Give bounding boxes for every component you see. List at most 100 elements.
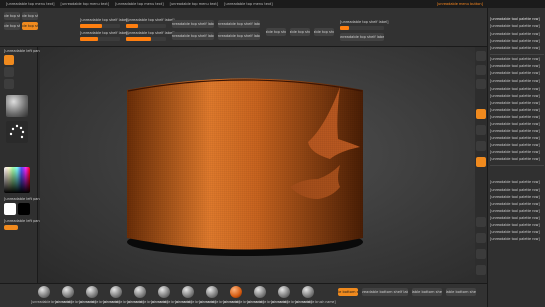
brush-thumbnail[interactable]: [182, 286, 194, 298]
x-res-slider[interactable]: [340, 26, 384, 30]
palette-row[interactable]: [unreadable tool palette row]: [490, 71, 544, 76]
palette-separator: [490, 54, 544, 55]
palette-row[interactable]: [unreadable tool palette row]: [490, 202, 544, 207]
bottom-shelf-button[interactable]: [unreadable bottom shelf label]: [362, 288, 408, 296]
menu-accent-button[interactable]: [unreadable menu button]: [437, 2, 483, 6]
palette-row[interactable]: [unreadable tool palette row]: [490, 180, 544, 185]
brush-thumbnail[interactable]: [158, 286, 170, 298]
palette-row[interactable]: [unreadable tool palette row]: [490, 216, 544, 221]
palette-row[interactable]: [unreadable tool palette row]: [490, 209, 544, 214]
palette-row[interactable]: [unreadable tool palette row]: [490, 101, 544, 106]
right-shelf-button[interactable]: [476, 157, 486, 167]
palette-row[interactable]: [unreadable tool palette row]: [490, 223, 544, 228]
draw-size-slider[interactable]: [126, 37, 166, 41]
palette-row[interactable]: [unreadable tool palette row]: [490, 94, 544, 99]
menu-item[interactable]: [unreadable top menu text]: [6, 2, 55, 6]
top-shelf-button[interactable]: [unreadable top shelf label]: [266, 28, 286, 36]
top-shelf-button[interactable]: [unreadable top shelf label]: [172, 32, 214, 40]
cylinder-mesh-grid: [127, 78, 363, 250]
stroke-thumbnail[interactable]: [6, 121, 28, 143]
draw-mode-button[interactable]: [unreadable top shelf label]: [22, 22, 38, 30]
palette-row[interactable]: [unreadable tool palette row]: [490, 230, 544, 235]
top-shelf-button[interactable]: [unreadable top shelf label]: [172, 20, 214, 28]
right-shelf-button[interactable]: [476, 51, 486, 61]
brush-thumbnail[interactable]: [302, 286, 314, 298]
rgb-intensity-label: [unreadable top shelf label]: [80, 31, 129, 35]
brush-thumbnail[interactable]: [278, 286, 290, 298]
palette-row[interactable]: [unreadable tool palette row]: [490, 136, 544, 141]
brush-thumbnail[interactable]: [38, 286, 50, 298]
left-tool-button[interactable]: [4, 55, 14, 65]
brush-thumbnail[interactable]: [230, 286, 242, 298]
right-shelf-button[interactable]: [476, 265, 486, 275]
palette-row[interactable]: [unreadable tool palette row]: [490, 39, 544, 44]
canvas-viewport[interactable]: [40, 47, 475, 283]
right-shelf-button[interactable]: [476, 141, 486, 151]
right-shelf-button[interactable]: [476, 125, 486, 135]
right-shelf-button[interactable]: [476, 109, 486, 119]
palette-row[interactable]: [unreadable tool palette row]: [490, 188, 544, 193]
color-swatch-secondary[interactable]: [18, 203, 30, 215]
menu-item[interactable]: [unreadable top menu text]: [170, 2, 219, 6]
palette-row[interactable]: [unreadable tool palette row]: [490, 87, 544, 92]
left-tool-button[interactable]: [4, 79, 14, 89]
palette-row[interactable]: [unreadable tool palette row]: [490, 57, 544, 62]
palette-row[interactable]: [unreadable tool palette row]: [490, 32, 544, 37]
brush-label: [unreadable brush name]: [151, 300, 192, 304]
top-shelf-button[interactable]: [unreadable top shelf label]: [218, 20, 260, 28]
brush-thumbnail[interactable]: [134, 286, 146, 298]
color-swatch-main[interactable]: [4, 203, 16, 215]
z-intensity-slider[interactable]: [80, 24, 120, 28]
right-shelf-button[interactable]: [476, 79, 486, 89]
palette-row[interactable]: [unreadable tool palette row]: [490, 17, 544, 22]
brush-thumbnail[interactable]: [206, 286, 218, 298]
top-shelf-button[interactable]: [unreadable top shelf label]: [340, 33, 384, 41]
bottom-shelf-button[interactable]: [unreadable bottom shelf label]: [338, 288, 358, 296]
palette-row[interactable]: [unreadable tool palette row]: [490, 122, 544, 127]
top-shelf-button[interactable]: [unreadable top shelf label]: [4, 22, 20, 30]
palette-row[interactable]: [unreadable tool palette row]: [490, 64, 544, 69]
palette-row[interactable]: [unreadable tool palette row]: [490, 157, 544, 162]
menu-item[interactable]: [unreadable top menu text]: [115, 2, 164, 6]
brush-thumbnail[interactable]: [6, 95, 28, 117]
brush-thumbnail[interactable]: [62, 286, 74, 298]
rgb-intensity-slider[interactable]: [80, 37, 120, 41]
brush-label: [unreadable brush name]: [223, 300, 264, 304]
left-tool-button[interactable]: [4, 225, 18, 230]
menu-item[interactable]: [unreadable top menu text]: [224, 2, 273, 6]
brush-thumbnail[interactable]: [254, 286, 266, 298]
palette-row[interactable]: [unreadable tool palette row]: [490, 115, 544, 120]
left-tool-button[interactable]: [4, 67, 14, 77]
palette-row[interactable]: [unreadable tool palette row]: [490, 150, 544, 155]
top-shelf-button[interactable]: [unreadable top shelf label]: [290, 28, 310, 36]
menu-item[interactable]: [unreadable top menu text]: [61, 2, 110, 6]
color-picker[interactable]: [4, 167, 30, 193]
palette-row[interactable]: [unreadable tool palette row]: [490, 195, 544, 200]
brush-thumbnail[interactable]: [86, 286, 98, 298]
top-shelf-button[interactable]: [unreadable top shelf label]: [4, 12, 20, 20]
palette-row[interactable]: [unreadable tool palette row]: [490, 237, 544, 242]
palette-row[interactable]: [unreadable tool palette row]: [490, 46, 544, 51]
top-shelf-button[interactable]: [unreadable top shelf label]: [314, 28, 334, 36]
palette-row[interactable]: [unreadable tool palette row]: [490, 143, 544, 148]
focal-shift-label: [unreadable top shelf label]: [126, 18, 175, 22]
right-shelf-button[interactable]: [476, 217, 486, 227]
bottom-shelf-button[interactable]: [unreadable bottom shelf label]: [412, 288, 442, 296]
right-shelf-button[interactable]: [476, 249, 486, 259]
brush-label: [unreadable brush name]: [31, 300, 72, 304]
top-shelf-button[interactable]: [unreadable top shelf label]: [218, 32, 260, 40]
bottom-shelf-button[interactable]: [unreadable bottom shelf label]: [446, 288, 476, 296]
brush-label: [unreadable brush name]: [103, 300, 144, 304]
palette-row[interactable]: [unreadable tool palette row]: [490, 79, 544, 84]
palette-row[interactable]: [unreadable tool palette row]: [490, 24, 544, 29]
brush-label: [unreadable brush name]: [247, 300, 288, 304]
brush-thumbnail[interactable]: [110, 286, 122, 298]
rgb-intensity-fill: [80, 37, 98, 41]
palette-row[interactable]: [unreadable tool palette row]: [490, 108, 544, 113]
right-shelf-button[interactable]: [476, 233, 486, 243]
palette-row[interactable]: [unreadable tool palette row]: [490, 129, 544, 134]
focal-shift-fill: [126, 24, 138, 28]
focal-shift-slider[interactable]: [126, 24, 166, 28]
right-shelf-button[interactable]: [476, 65, 486, 75]
top-shelf-button[interactable]: [unreadable top shelf label]: [22, 12, 38, 20]
